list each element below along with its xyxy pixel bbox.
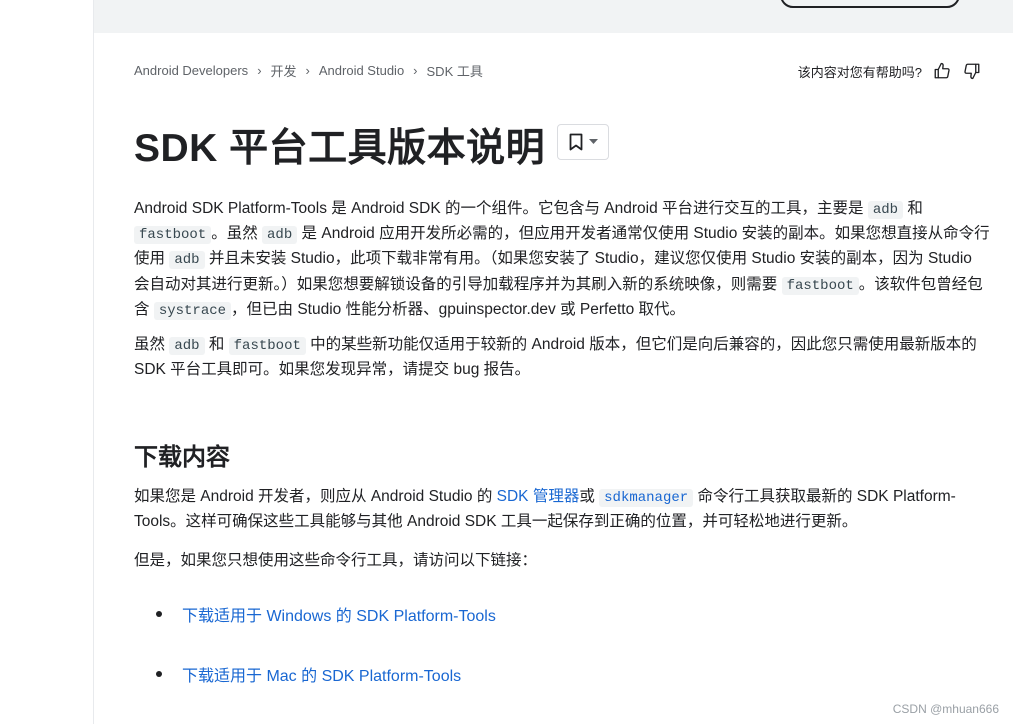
sdk-manager-link[interactable]: SDK 管理器 [497,488,580,505]
breadcrumb: Android Developers › 开发 › Android Studio… [134,61,483,80]
breadcrumb-item[interactable]: Android Developers [134,63,248,78]
breadcrumb-item[interactable]: 开发 [271,61,297,80]
download-mac-link[interactable]: 下载适用于 Mac 的 SDK Platform-Tools [182,662,461,686]
page-title: SDK 平台工具版本说明 [134,127,546,170]
breadcrumb-item[interactable]: Android Studio [319,63,404,78]
chevron-right-icon: › [413,63,418,78]
chevron-right-icon: › [257,63,262,78]
download-note: 但是，如果您只想使用这些命令行工具，请访问以下链接： [134,552,538,569]
thumb-up-icon[interactable] [932,61,952,81]
caret-down-icon [588,139,598,144]
code-adb: adb [169,337,205,355]
breadcrumb-item[interactable]: SDK 工具 [427,61,483,80]
code-fastboot: fastboot [781,276,859,295]
compat-paragraph: 虽然 adb 和 fastboot 中的某些新功能仅适用于较新的 Android… [134,336,977,379]
bullet [156,611,162,617]
sdkmanager-link[interactable]: sdkmanager [599,488,694,507]
download-windows-link[interactable]: 下载适用于 Windows 的 SDK Platform-Tools [182,602,496,626]
code-adb: adb [867,201,904,219]
thumb-down-icon[interactable] [962,61,982,81]
feedback-widget: 该内容对您有帮助吗? [798,61,982,81]
list-item: 下载适用于 Mac 的 SDK Platform-Tools [134,662,461,686]
code-adb: adb [169,251,205,270]
feedback-question: 该内容对您有帮助吗? [797,64,922,80]
code-fastboot: fastboot [228,337,306,355]
watermark: CSDN @mhuan666 [892,702,999,716]
left-rail [0,0,94,724]
bookmark-icon [569,133,582,151]
chevron-right-icon: › [305,63,310,78]
code-systrace: systrace [153,301,232,320]
download-paragraph: 如果您是 Android 开发者，则应从 Android Studio 的 SD… [134,488,956,531]
top-bar [94,0,1013,33]
search-pill[interactable] [780,0,960,8]
code-fastboot: fastboot [134,226,212,245]
list-item: 下载适用于 Windows 的 SDK Platform-Tools [134,602,496,626]
bookmark-button[interactable] [557,124,609,160]
code-adb: adb [262,226,298,245]
download-heading: 下载内容 [134,444,230,471]
intro-paragraph: Android SDK Platform-Tools 是 Android SDK… [134,200,990,320]
bullet [156,671,162,677]
